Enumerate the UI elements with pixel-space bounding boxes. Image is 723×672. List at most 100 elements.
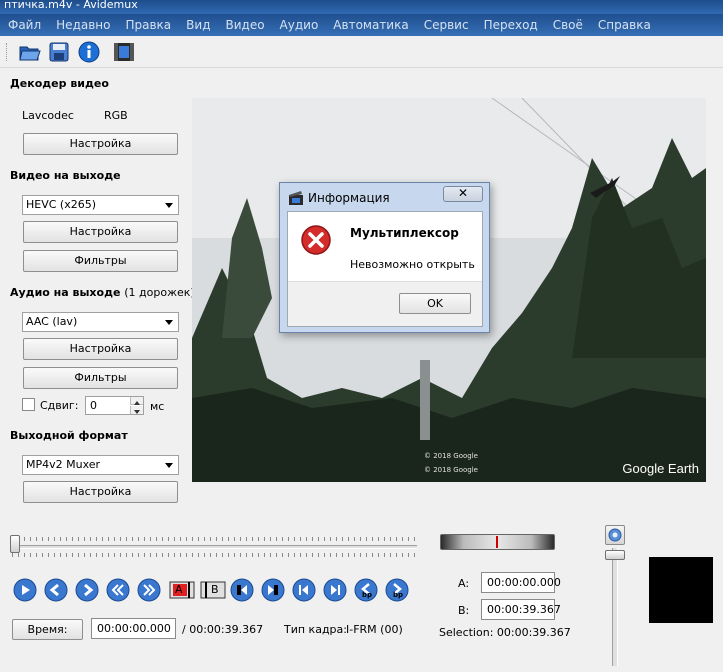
next-black-frame-button[interactable]: bp bbox=[385, 578, 409, 602]
audio-out-title-text: Аудио на выходе bbox=[10, 286, 121, 299]
menu-view[interactable]: Вид bbox=[186, 18, 210, 32]
set-marker-a-button[interactable]: A bbox=[169, 578, 195, 602]
spin-up-icon[interactable] bbox=[130, 397, 143, 405]
menu-edit[interactable]: Правка bbox=[125, 18, 171, 32]
next-frame-button[interactable] bbox=[75, 578, 99, 602]
audio-out-section-title: Аудио на выходе (1 дорожек) bbox=[10, 286, 195, 299]
menu-help[interactable]: Справка bbox=[598, 18, 651, 32]
next-keyframe-button[interactable] bbox=[137, 578, 161, 602]
window-title: птичка.m4v - Avidemux bbox=[4, 0, 138, 11]
timeline-groove bbox=[12, 545, 417, 549]
go-to-end-button[interactable] bbox=[323, 578, 347, 602]
menu-tools[interactable]: Сервис bbox=[424, 18, 469, 32]
marker-b-label: B: bbox=[458, 604, 470, 617]
output-format-settings-button[interactable]: Настройка bbox=[23, 481, 178, 503]
selection-duration: Selection: 00:00:39.367 bbox=[439, 626, 571, 639]
chevron-down-icon bbox=[165, 320, 173, 325]
dialog-body: Мультиплексор Невозможно открыть OK bbox=[287, 211, 483, 327]
volume-button[interactable] bbox=[605, 525, 625, 545]
total-time-label: / 00:00:39.367 bbox=[182, 623, 264, 636]
video-copyright-2: © 2018 Google bbox=[424, 466, 478, 474]
frame-type-label: Тип кадра: bbox=[284, 623, 347, 636]
jog-shuttle[interactable] bbox=[440, 534, 555, 550]
error-icon bbox=[301, 225, 331, 255]
dialog-ok-button[interactable]: OK bbox=[399, 293, 471, 314]
decoder-codec-label: Lavcodec bbox=[22, 109, 74, 122]
info-dialog: Информация ✕ Мультиплексор Невозможно от… bbox=[279, 182, 490, 333]
video-codec-select[interactable]: HEVC (x265) bbox=[22, 195, 179, 215]
go-to-start-button[interactable] bbox=[292, 578, 316, 602]
previous-keyframe-button[interactable] bbox=[106, 578, 130, 602]
current-time-field[interactable]: 00:00:00.000 bbox=[91, 618, 176, 639]
go-to-marker-a-button[interactable] bbox=[230, 578, 254, 602]
output-format-section-title: Выходной формат bbox=[10, 429, 128, 442]
window-title-bar: птичка.m4v - Avidemux bbox=[0, 0, 723, 14]
set-marker-b-button[interactable]: B bbox=[200, 578, 226, 602]
dialog-close-button[interactable]: ✕ bbox=[443, 186, 483, 202]
marker-a-time: 00:00:00.000 bbox=[481, 572, 561, 593]
audio-meter-display bbox=[649, 557, 713, 623]
play-button[interactable] bbox=[13, 578, 37, 602]
audio-filters-button[interactable]: Фильтры bbox=[23, 367, 178, 389]
chevron-down-icon bbox=[165, 463, 173, 468]
decoder-settings-button[interactable]: Настройка bbox=[23, 133, 178, 155]
dialog-title: Информация bbox=[308, 191, 390, 205]
video-clapper-icon[interactable] bbox=[112, 41, 136, 63]
menu-auto[interactable]: Автоматика bbox=[333, 18, 408, 32]
menu-video[interactable]: Видео bbox=[225, 18, 264, 32]
menu-bar: Файл Недавно Правка Вид Видео Аудио Авто… bbox=[0, 14, 723, 36]
frame-type-value: I-FRM (00) bbox=[346, 623, 403, 636]
speaker-icon bbox=[608, 528, 622, 542]
dialog-message: Невозможно открыть bbox=[350, 258, 475, 271]
jog-marker bbox=[496, 536, 498, 548]
menu-custom[interactable]: Своё bbox=[553, 18, 583, 32]
save-disk-icon[interactable] bbox=[47, 41, 71, 63]
timeline-ticks-top bbox=[12, 537, 417, 541]
audio-shift-value: 0 bbox=[90, 399, 97, 412]
time-button[interactable]: Время: bbox=[12, 619, 83, 640]
go-to-marker-b-button[interactable] bbox=[261, 578, 285, 602]
decoder-colorspace-label: RGB bbox=[104, 109, 128, 122]
toolbar-grip[interactable] bbox=[6, 43, 9, 61]
prev-bp-label: bp bbox=[362, 591, 373, 599]
menu-recent[interactable]: Недавно bbox=[56, 18, 110, 32]
audio-shift-checkbox[interactable] bbox=[22, 398, 35, 411]
audio-shift-unit: мс bbox=[150, 400, 165, 413]
output-format-select[interactable]: MP4v2 Muxer bbox=[22, 455, 179, 475]
volume-slider[interactable] bbox=[612, 548, 618, 666]
audio-tracks-count: (1 дорожек) bbox=[124, 286, 195, 299]
audio-settings-button[interactable]: Настройка bbox=[23, 338, 178, 360]
google-earth-watermark: Google Earth bbox=[622, 461, 699, 476]
volume-slider-handle[interactable] bbox=[605, 550, 625, 560]
timeline-ticks-bottom bbox=[12, 553, 417, 557]
output-format-value: MP4v2 Muxer bbox=[26, 458, 101, 471]
audio-codec-value: AAC (lav) bbox=[26, 315, 78, 328]
audio-shift-label: Сдвиг: bbox=[40, 399, 79, 412]
open-folder-icon[interactable] bbox=[18, 41, 42, 63]
video-out-section-title: Видео на выходе bbox=[10, 169, 121, 182]
video-copyright-1: © 2018 Google bbox=[424, 452, 478, 460]
timeline-handle[interactable] bbox=[10, 535, 20, 553]
video-filters-button[interactable]: Фильтры bbox=[23, 250, 178, 272]
decoder-section-title: Декодер видео bbox=[10, 77, 109, 90]
marker-a-letter: A bbox=[175, 583, 183, 596]
menu-audio[interactable]: Аудио bbox=[280, 18, 319, 32]
menu-go[interactable]: Переход bbox=[484, 18, 538, 32]
marker-b-time: 00:00:39.367 bbox=[481, 599, 561, 620]
timeline-slider[interactable] bbox=[12, 537, 417, 557]
audio-codec-select[interactable]: AAC (lav) bbox=[22, 312, 179, 332]
marker-b-letter: B bbox=[211, 583, 219, 596]
toolbar bbox=[0, 36, 723, 68]
chevron-down-icon bbox=[165, 203, 173, 208]
previous-frame-button[interactable] bbox=[44, 578, 68, 602]
previous-black-frame-button[interactable]: bp bbox=[354, 578, 378, 602]
dialog-footer: OK bbox=[288, 281, 482, 326]
audio-shift-spinbox[interactable]: 0 bbox=[85, 396, 144, 415]
spin-down-icon[interactable] bbox=[130, 406, 143, 414]
info-icon[interactable] bbox=[77, 41, 101, 63]
video-settings-button[interactable]: Настройка bbox=[23, 221, 178, 243]
marker-a-label: A: bbox=[458, 577, 470, 590]
menu-file[interactable]: Файл bbox=[8, 18, 41, 32]
next-bp-label: bp bbox=[393, 591, 404, 599]
video-codec-value: HEVC (x265) bbox=[26, 198, 97, 211]
